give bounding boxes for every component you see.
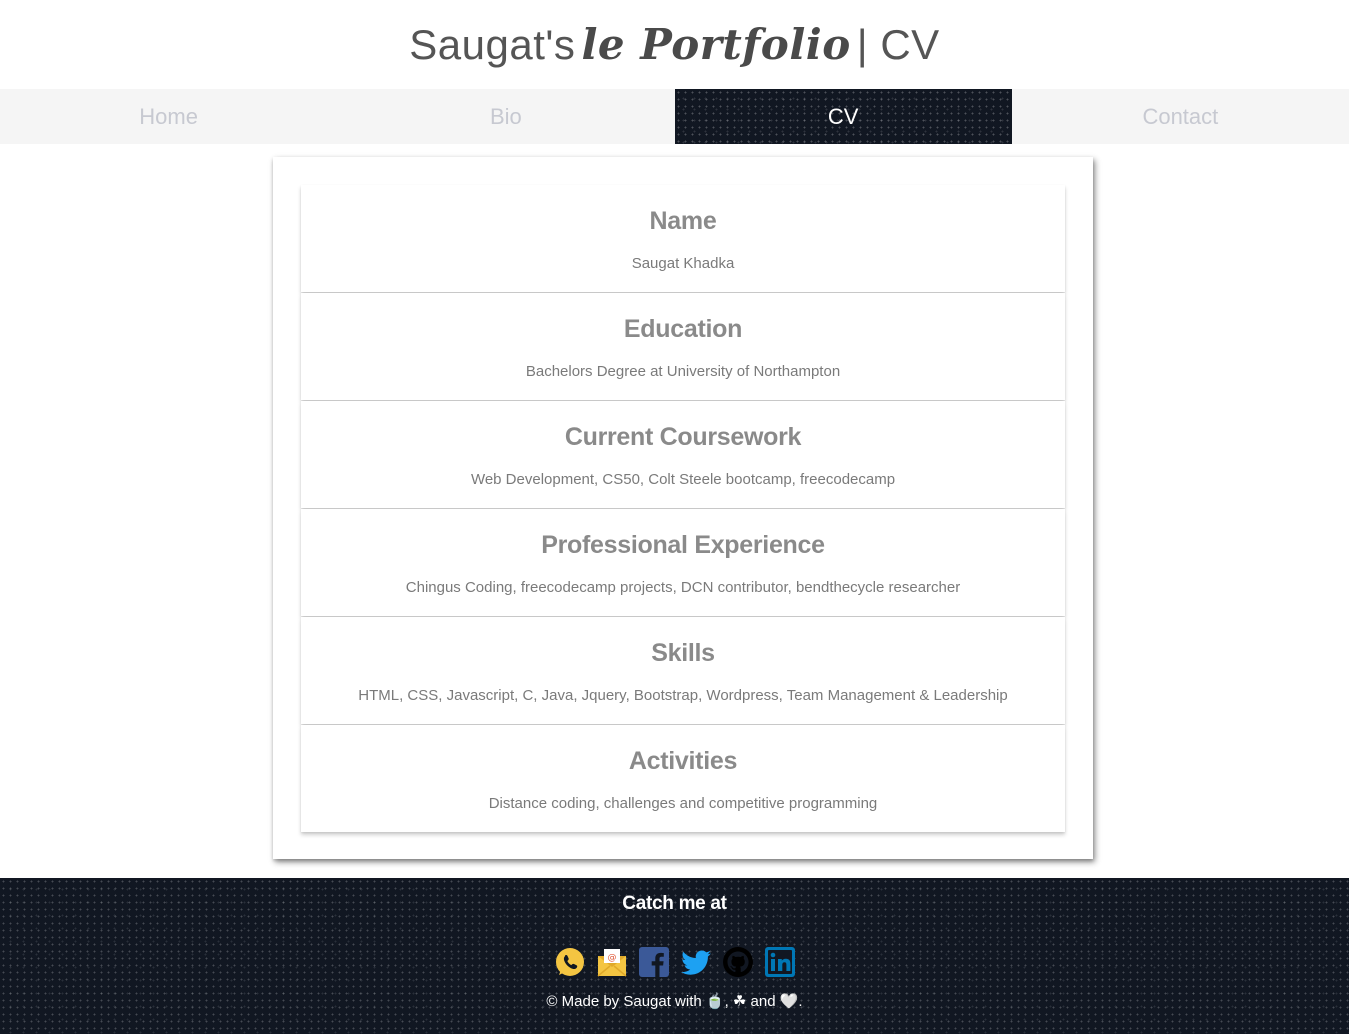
section-heading: Skills [651,639,715,667]
title-prefix: Saugat's [409,21,576,68]
section-heading: Education [623,315,743,343]
twitter-icon[interactable] [680,946,712,978]
section-heading: Activities [628,747,738,775]
page-title: Saugat's le Portfolio | CV [409,20,939,69]
main-nav: Home Bio CV Contact [0,89,1349,144]
nav-contact[interactable]: Contact [1012,89,1349,144]
cv-section-experience: Professional Experience Chingus Coding, … [301,509,1065,616]
nav-home[interactable]: Home [0,89,337,144]
nav-cv[interactable]: CV [674,89,1012,144]
site-footer: Catch me at @ © Made by Saugat with 🍵, ☘… [0,878,1349,1034]
section-text: Distance coding, challenges and competit… [488,795,878,812]
cv-section-coursework: Current Coursework Web Development, CS50… [301,401,1065,508]
whatsapp-icon[interactable] [554,946,586,978]
section-text: HTML, CSS, Javascript, C, Java, Jquery, … [358,687,1008,704]
section-text: Web Development, CS50, Colt Steele bootc… [470,471,896,488]
section-text: Saugat Khadka [631,255,735,272]
title-script: le Portfolio [581,20,851,69]
social-links: @ [0,946,1349,980]
section-heading: Name [649,207,717,235]
cv-section-activities: Activities Distance coding, challenges a… [301,725,1065,832]
section-text: Chingus Coding, freecodecamp projects, D… [405,579,961,596]
email-icon[interactable]: @ [596,946,628,978]
cv-section-education: Education Bachelors Degree at University… [301,293,1065,400]
cv-section-name: Name Saugat Khadka [301,185,1065,292]
copyright-text: © Made by Saugat with 🍵, ☘ and 🤍. [546,993,803,1010]
section-text: Bachelors Degree at University of Northa… [525,363,841,380]
section-heading: Professional Experience [541,531,825,559]
github-icon[interactable] [722,946,754,978]
site-header: Saugat's le Portfolio | CV [0,0,1349,89]
section-heading: Current Coursework [564,423,802,451]
nav-bio[interactable]: Bio [337,89,674,144]
facebook-icon[interactable] [638,946,670,978]
title-suffix: | CV [856,21,940,68]
svg-text:@: @ [607,953,616,963]
cv-card: Name Saugat Khadka Education Bachelors D… [273,157,1093,859]
linkedin-icon[interactable] [764,946,796,978]
cv-section-skills: Skills HTML, CSS, Javascript, C, Java, J… [301,617,1065,724]
footer-title: Catch me at [622,893,727,914]
